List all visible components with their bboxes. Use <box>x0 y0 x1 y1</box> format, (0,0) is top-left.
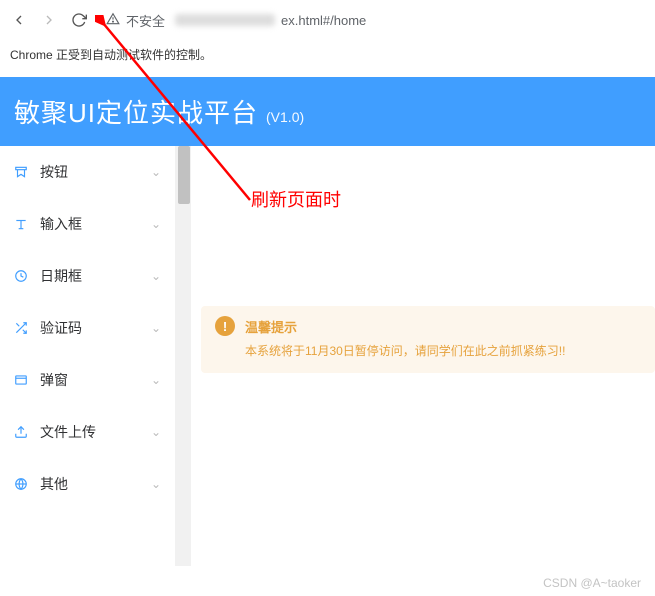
alert-title: 温馨提示 <box>245 316 565 339</box>
upload-icon <box>14 425 32 439</box>
address-bar[interactable]: 不安全 ex.html#/home <box>106 11 366 30</box>
sidebar-item-label: 其他 <box>40 474 151 494</box>
watermark: CSDN @A~taoker <box>543 576 641 590</box>
clock-icon <box>14 269 32 283</box>
chevron-down-icon: ⌄ <box>151 217 161 231</box>
sidebar-item-captcha[interactable]: 验证码 ⌄ <box>0 302 175 354</box>
browser-toolbar: 不安全 ex.html#/home <box>0 0 655 40</box>
alert-icon: ! <box>215 316 235 336</box>
alert-message: 本系统将于11月30日暂停访问，请同学们在此之前抓紧练习!! <box>245 341 565 363</box>
window-icon <box>14 373 32 387</box>
url-path: ex.html#/home <box>281 13 366 28</box>
page-title: 敏聚UI定位实战平台 <box>14 93 258 130</box>
automation-banner: Chrome 正受到自动测试软件的控制。 <box>0 40 655 77</box>
url-blurred <box>175 14 275 26</box>
scrollbar[interactable] <box>175 146 191 566</box>
sidebar: 按钮 ⌄ 输入框 ⌄ 日期框 ⌄ 验证码 ⌄ 弹窗 ⌄ 文件上传 ⌄ <box>0 146 175 566</box>
sidebar-item-label: 弹窗 <box>40 370 151 390</box>
reload-icon[interactable] <box>70 11 88 29</box>
sidebar-item-dialog[interactable]: 弹窗 ⌄ <box>0 354 175 406</box>
bookmark-icon <box>14 165 32 179</box>
sidebar-item-input[interactable]: 输入框 ⌄ <box>0 198 175 250</box>
sidebar-item-date[interactable]: 日期框 ⌄ <box>0 250 175 302</box>
security-label: 不安全 <box>126 11 165 30</box>
back-icon[interactable] <box>10 11 28 29</box>
sidebar-item-other[interactable]: 其他 ⌄ <box>0 458 175 510</box>
scrollbar-thumb[interactable] <box>178 146 190 204</box>
page-version: (V1.0) <box>266 109 304 125</box>
chevron-down-icon: ⌄ <box>151 165 161 179</box>
chevron-down-icon: ⌄ <box>151 321 161 335</box>
alert-banner: ! 温馨提示 本系统将于11月30日暂停访问，请同学们在此之前抓紧练习!! <box>201 306 655 373</box>
sidebar-item-button[interactable]: 按钮 ⌄ <box>0 146 175 198</box>
main-content: 刷新页面时 ! 温馨提示 本系统将于11月30日暂停访问，请同学们在此之前抓紧练… <box>191 146 655 566</box>
sidebar-item-label: 日期框 <box>40 266 151 286</box>
chevron-down-icon: ⌄ <box>151 477 161 491</box>
page-header: 敏聚UI定位实战平台 (V1.0) <box>0 77 655 146</box>
forward-icon[interactable] <box>40 11 58 29</box>
sidebar-item-label: 输入框 <box>40 214 151 234</box>
chevron-down-icon: ⌄ <box>151 373 161 387</box>
sidebar-item-label: 按钮 <box>40 162 151 182</box>
globe-icon <box>14 477 32 491</box>
sidebar-item-label: 文件上传 <box>40 422 151 442</box>
annotation-text: 刷新页面时 <box>251 186 341 212</box>
chevron-down-icon: ⌄ <box>151 269 161 283</box>
text-icon <box>14 217 32 231</box>
sidebar-item-upload[interactable]: 文件上传 ⌄ <box>0 406 175 458</box>
shuffle-icon <box>14 321 32 335</box>
warning-icon <box>106 12 120 29</box>
chevron-down-icon: ⌄ <box>151 425 161 439</box>
sidebar-item-label: 验证码 <box>40 318 151 338</box>
